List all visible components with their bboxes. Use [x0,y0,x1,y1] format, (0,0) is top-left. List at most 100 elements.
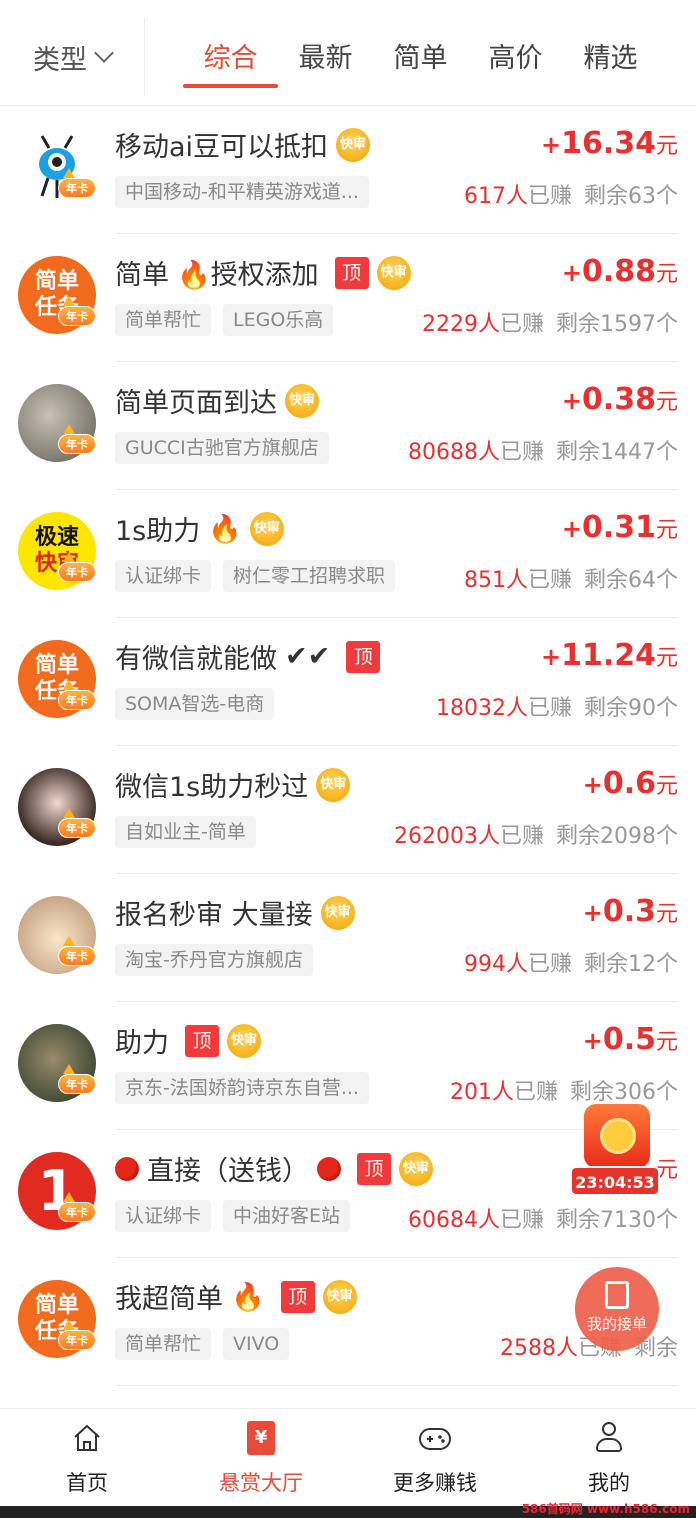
task-title: 简单 [115,260,169,291]
red-packet-float-button[interactable]: 23:04:53 [570,1104,660,1200]
earned-count: 201人 [449,1080,514,1105]
tab-high-price[interactable]: 高价 [468,36,563,88]
fast-review-badge: 快审 [227,1023,261,1058]
task-title-extra: 🔥授权添加 [177,260,319,291]
reward-amount: 0.3 [602,894,656,929]
tab-comprehensive[interactable]: 综合 [183,36,278,88]
task-tag: 认证绑卡 [115,1200,212,1232]
reward-amount: 0.6 [602,766,656,801]
reward-unit: 元 [655,1030,678,1055]
task-tag: 京东-法国娇韵诗京东自营... [115,1072,369,1104]
fast-review-badge: 快审 [399,1151,433,1186]
pinned-badge: 顶 [280,1280,315,1313]
crown-icon [63,1320,75,1330]
type-filter-label: 类型 [33,44,87,76]
reward-unit: 元 [655,518,678,543]
task-reward: +0.88元 [562,254,678,289]
earned-count: 262003人 [394,824,500,849]
year-card-badge: 年卡 [58,434,96,454]
task-tags: 淘宝-乔丹官方旗舰店 [115,944,313,976]
task-row[interactable]: 年卡 简单页面到达 快审 +0.38元 GUCCI古驰官方旗舰店 80688人已赚 剩余14… [0,362,696,490]
red-dot-icon [317,1156,341,1181]
earned-suffix: 已赚 [499,440,544,465]
task-tag: 认证绑卡 [115,560,212,592]
task-tag: 中国移动-和平精英游戏道... [115,176,369,208]
tab-simple[interactable]: 简单 [373,36,468,88]
nav-mine[interactable]: 我的 [522,1409,696,1506]
reward-unit: 元 [655,774,678,799]
task-row[interactable]: 简单 任务 年卡 简单 🔥授权添加顶快审 +0.88元 简单帮忙 LEGO乐高 2229人已赚剩… [0,234,696,362]
task-tags: 简单帮忙 LEGO乐高 [115,304,334,336]
task-tag: SOMA智选-电商 [115,688,275,720]
crown-icon [63,424,75,434]
task-title: 1s助力 [115,516,201,547]
task-tag: 中油好客E站 [223,1200,351,1232]
clipboard-icon [605,1281,629,1309]
task-reward: +0.3元 [583,894,678,929]
task-tag: 简单帮忙 [115,304,212,336]
task-stats: 617人已赚 剩余63个 [464,178,678,210]
task-tags: SOMA智选-电商 [115,688,275,720]
task-tag: 树仁零工招聘求职 [223,560,396,592]
reward-sign: + [561,515,582,543]
nav-mine-label: 我的 [588,1471,630,1495]
type-filter-dropdown[interactable]: 类型 [0,18,145,96]
task-row[interactable]: 年卡 移动ai豆可以抵扣 快审 +16.34元 中国移动-和平精英游戏道... 617人已… [0,106,696,234]
fast-review-badge: 快审 [322,1279,357,1314]
reward-unit: 元 [655,134,678,159]
remaining-count: 剩余1597个 [556,312,678,337]
task-row[interactable]: 简单 任务 年卡 有微信就能做 ✔✔ 顶 +11.24元 SOMA智选-电商 18032人已赚剩… [0,618,696,746]
reward-unit: 元 [655,262,678,287]
tab-newest[interactable]: 最新 [278,36,373,88]
earned-suffix: 已赚 [499,312,544,337]
crown-icon [63,936,75,946]
task-reward: +0.31元 [562,510,678,545]
task-title-extra: 🔥 [208,513,242,545]
pinned-badge: 顶 [185,1024,219,1057]
task-row[interactable]: 极速 快审 年卡 1s助力 🔥 快审 +0.31元 认证绑卡 树仁零工招聘求职 851人已赚 剩余6… [0,490,696,618]
nav-reward-hall[interactable]: ¥ 悬赏大厅 [174,1409,348,1506]
task-stats: 2229人已赚 剩余1597个 [422,306,678,338]
task-title-line: 简单页面到达 快审 [115,381,319,420]
category-tabs: 综合 最新 简单 高价 精选 [183,36,658,88]
remaining-count: 剩余63个 [584,184,678,209]
nav-more-earn[interactable]: 更多赚钱 [348,1409,522,1506]
app: 类型 综合 最新 简单 高价 精选 年卡 移动ai豆可以抵扣 快审 +16.34元 中国… [0,0,696,1518]
task-reward: +0.38元 [562,382,678,417]
task-stats: 60684人已赚 剩余7130个 [408,1202,678,1234]
red-dot-icon [115,1156,139,1181]
year-card-badge: 年卡 [58,818,96,838]
task-title: 微信1s助力秒过 [115,772,309,803]
earned-count: 18032人 [435,696,528,721]
task-tag: VIVO [223,1328,290,1360]
task-title-line: 简单 🔥授权添加顶快审 [115,253,411,292]
my-orders-float-button[interactable]: 我的接单 [575,1267,659,1351]
earned-suffix: 已赚 [527,952,572,977]
avatar-text: 简单 [34,653,79,678]
reward-sign: + [582,771,603,799]
task-title: 直接（送钱） [147,1156,309,1187]
task-row[interactable]: 年卡 微信1s助力秒过 快审 +0.6元 自如业主-简单 262003人已赚 剩余2098个 [0,746,696,874]
pinned-badge: 顶 [346,640,381,673]
user-icon [592,1421,626,1455]
crown-icon [63,296,75,306]
nav-home[interactable]: 首页 [0,1409,174,1506]
year-card-badge: 年卡 [58,946,96,966]
task-row[interactable]: 年卡 报名秒审 大量接 快审 +0.3元 淘宝-乔丹官方旗舰店 994人已赚 剩余12个 [0,874,696,1002]
remaining-count: 剩余64个 [584,568,678,593]
year-card-badge: 年卡 [58,690,96,710]
fast-review-badge: 快审 [320,895,355,930]
crown-icon [63,680,75,690]
earned-count: 2229人 [421,312,500,337]
remaining-count: 剩余2098个 [556,824,678,849]
task-title-line: 1s助力 🔥 快审 [115,509,284,548]
earned-suffix: 已赚 [513,1080,558,1105]
nav-home-label: 首页 [66,1471,108,1495]
earned-suffix: 已赚 [527,696,572,721]
tab-featured[interactable]: 精选 [563,36,658,88]
reward-unit: 元 [655,902,678,927]
task-tags: 认证绑卡 树仁零工招聘求职 [115,560,396,592]
task-title: 移动ai豆可以抵扣 [115,132,329,163]
task-title-line: 报名秒审 大量接 快审 [115,893,355,932]
earned-suffix: 已赚 [499,1208,544,1233]
